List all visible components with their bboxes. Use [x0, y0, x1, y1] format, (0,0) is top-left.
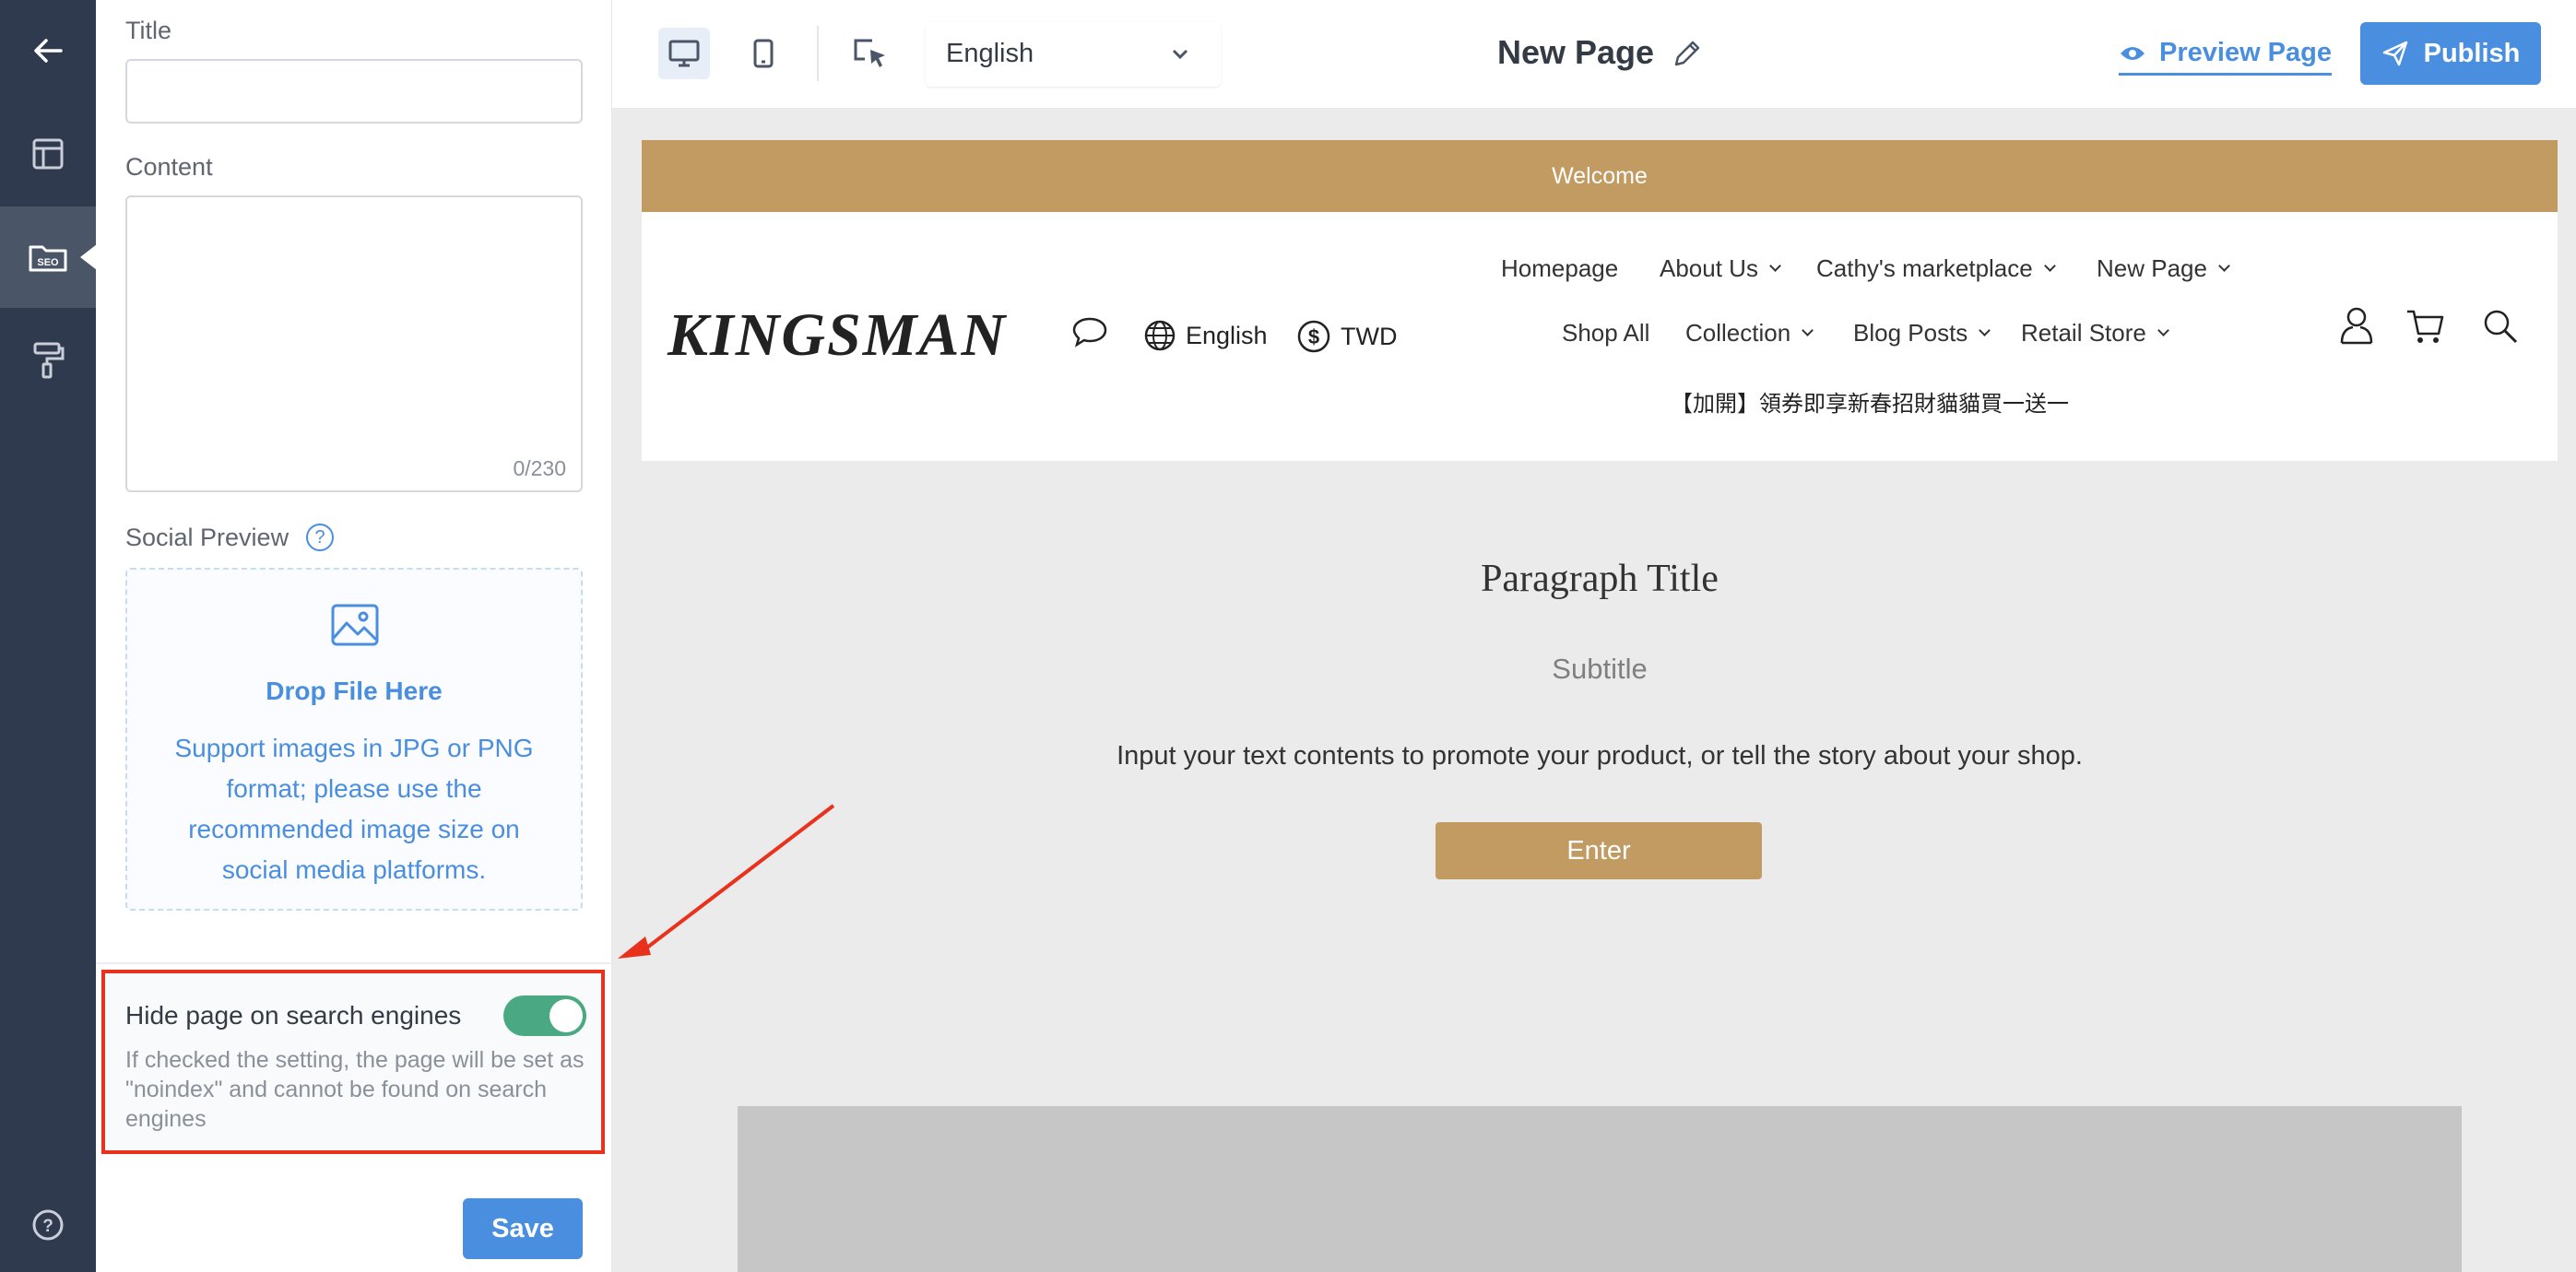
image-icon: [331, 604, 379, 646]
publish-button[interactable]: Publish: [2360, 22, 2541, 85]
social-image-dropzone[interactable]: Drop File Here Support images in JPG or …: [125, 568, 583, 911]
paragraph-title[interactable]: Paragraph Title: [642, 557, 2558, 601]
layout-button[interactable]: [0, 103, 96, 205]
dollar-circle-icon: $: [1297, 320, 1330, 353]
promo-banner-text[interactable]: 【加開】領券即享新春招財貓貓買一送一: [1671, 385, 2069, 418]
nav-new-page-label: New Page: [2097, 254, 2207, 282]
publish-label: Publish: [2423, 38, 2521, 68]
site-header[interactable]: KINGSMAN English $ TWD Homepage About Us…: [642, 212, 2558, 461]
chat-bubble-icon[interactable]: [1071, 315, 1108, 348]
desktop-view-button[interactable]: [658, 28, 710, 79]
preview-page-label: Preview Page: [2159, 38, 2332, 67]
nav-retail-store[interactable]: Retail Store: [2021, 319, 2169, 347]
cursor-select-icon: [854, 39, 885, 67]
seo-button[interactable]: SEO: [0, 206, 97, 308]
annotation-arrow: [618, 804, 835, 959]
nav-shop-all[interactable]: Shop All: [1562, 319, 1649, 347]
nav-about-us[interactable]: About Us: [1660, 254, 1781, 283]
hide-search-engines-toggle[interactable]: [503, 995, 586, 1036]
paragraph-subtitle[interactable]: Subtitle: [642, 653, 2558, 686]
nav-about-us-label: About Us: [1660, 254, 1758, 282]
hide-search-engines-description: If checked the setting, the page will be…: [125, 1047, 585, 1132]
divider: [96, 962, 612, 964]
content-label: Content: [125, 153, 213, 181]
content-char-counter: 0/230: [513, 456, 566, 480]
nav-cathys-marketplace-label: Cathy's marketplace: [1816, 254, 2033, 282]
mobile-view-button[interactable]: [738, 28, 789, 79]
chevron-down-icon: [1979, 324, 1991, 336]
help-icon: ?: [32, 1209, 64, 1241]
send-icon: [2382, 41, 2407, 66]
nav-blog-posts[interactable]: Blog Posts: [1853, 319, 1991, 347]
select-element-button[interactable]: [845, 28, 896, 79]
page-preview-canvas: Welcome KINGSMAN English $ TWD Homepage …: [612, 109, 2576, 1272]
image-placeholder-block[interactable]: [738, 1106, 2462, 1272]
enter-button[interactable]: Enter: [1436, 822, 1762, 879]
nav-homepage-label: Homepage: [1501, 254, 1619, 282]
chevron-down-icon: [2043, 260, 2056, 272]
site-currency-label: TWD: [1341, 322, 1398, 350]
language-select[interactable]: English: [926, 22, 1221, 87]
hide-search-engines-label: Hide page on search engines: [125, 1001, 462, 1030]
toolbar-separator: [817, 26, 819, 81]
nav-new-page[interactable]: New Page: [2097, 254, 2230, 283]
nav-retail-store-label: Retail Store: [2021, 319, 2146, 347]
title-label: Title: [125, 17, 172, 44]
globe-icon: [1144, 320, 1176, 351]
chevron-down-icon: [1172, 49, 1188, 60]
language-select-value: English: [946, 39, 1034, 68]
preview-page-button[interactable]: Preview Page: [2119, 33, 2332, 76]
chevron-down-icon: [1769, 260, 1781, 272]
svg-text:$: $: [1308, 325, 1319, 348]
eye-icon: [2121, 46, 2145, 60]
content-textarea[interactable]: 0/230: [125, 195, 583, 492]
chevron-down-icon: [1802, 324, 1814, 336]
site-language-switch[interactable]: English: [1143, 319, 1268, 352]
nav-blog-posts-label: Blog Posts: [1853, 319, 1968, 347]
layout-icon: [32, 138, 64, 170]
paint-roller-icon: [33, 342, 65, 379]
mobile-icon: [753, 39, 774, 68]
hide-search-engines-setting: Hide page on search engines If checked t…: [101, 970, 605, 1154]
seo-icon: SEO: [29, 245, 67, 272]
site-language-label: English: [1186, 321, 1268, 349]
nav-collection-label: Collection: [1685, 319, 1791, 347]
edit-pencil-icon[interactable]: [1671, 37, 1704, 70]
paragraph-body[interactable]: Input your text contents to promote your…: [642, 741, 2558, 771]
back-arrow-icon: [34, 39, 63, 63]
social-preview-label: Social Preview: [125, 524, 290, 551]
welcome-bar[interactable]: Welcome: [642, 140, 2558, 212]
site-logo[interactable]: KINGSMAN: [668, 300, 1007, 371]
editor-topbar: English New Page Preview Page Publish: [612, 0, 2576, 109]
nav-shop-all-label: Shop All: [1562, 319, 1650, 347]
svg-text:?: ?: [42, 1217, 53, 1236]
title-input[interactable]: [125, 59, 583, 124]
nav-homepage[interactable]: Homepage: [1501, 254, 1618, 283]
nav-cathys-marketplace[interactable]: Cathy's marketplace: [1816, 254, 2056, 283]
left-rail: SEO ?: [0, 0, 97, 1272]
toggle-knob: [549, 999, 583, 1032]
search-icon[interactable]: [2480, 304, 2521, 347]
chevron-down-icon: [2218, 260, 2230, 272]
help-button[interactable]: ?: [0, 1174, 96, 1272]
page-title: New Page: [1497, 33, 1655, 71]
shopping-cart-icon[interactable]: [2405, 304, 2445, 347]
site-preview: Welcome KINGSMAN English $ TWD Homepage …: [642, 140, 2558, 1272]
drop-file-instructions: Support images in JPG or PNG format; ple…: [174, 734, 534, 884]
save-button[interactable]: Save: [463, 1198, 583, 1259]
social-preview-help-icon[interactable]: ?: [306, 524, 334, 551]
user-account-icon[interactable]: [2336, 304, 2377, 347]
active-caret: [80, 244, 97, 270]
desktop-icon: [668, 40, 700, 67]
chevron-down-icon: [2157, 324, 2169, 336]
drop-file-title: Drop File Here: [266, 677, 443, 705]
back-button[interactable]: [0, 0, 96, 101]
site-currency-switch[interactable]: $ TWD: [1296, 319, 1397, 354]
theme-button[interactable]: [0, 310, 96, 411]
nav-collection[interactable]: Collection: [1685, 319, 1814, 347]
seo-icon-label: SEO: [37, 257, 59, 268]
